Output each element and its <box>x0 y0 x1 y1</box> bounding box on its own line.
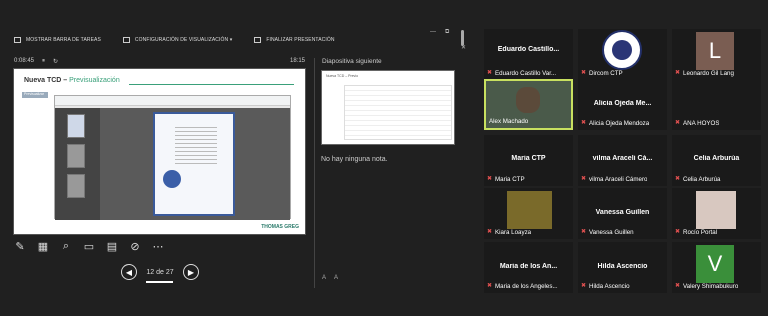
all-slides-icon[interactable]: ▦ <box>36 239 50 253</box>
next-slide-title: Nueva TCD – Previo <box>326 74 359 78</box>
timer: 0:08:45 ⏸ ↻ <box>14 58 58 65</box>
next-slide-content <box>344 85 452 140</box>
muted-mic-icon: ✖ <box>487 70 493 76</box>
screen-icon[interactable]: ▭ <box>82 239 96 253</box>
slide-title: Nueva TCD – Previsualización <box>24 77 120 84</box>
divider <box>314 58 315 288</box>
participant-tile[interactable]: ✖ Rocío Portal <box>672 188 761 239</box>
muted-mic-icon: ✖ <box>581 120 587 126</box>
muted-mic-icon: ✖ <box>675 120 681 126</box>
participant-tile[interactable]: V ✖ Valery Shimabukuro <box>672 242 761 293</box>
pdf-thumbnails <box>55 108 100 220</box>
next-slide-button[interactable]: ▶ <box>183 264 199 280</box>
previous-slide-button[interactable]: ◀ <box>121 264 137 280</box>
participant-tile[interactable]: Vanessa Guillen ✖ Vanessa Guillen <box>578 188 667 239</box>
muted-mic-icon: ✖ <box>487 283 493 289</box>
muted-mic-icon: ✖ <box>675 70 681 76</box>
thumbnail <box>67 174 85 198</box>
participant-tile[interactable]: ✖ Dircom CTP <box>578 29 667 80</box>
muted-mic-icon: ✖ <box>581 229 587 235</box>
muted-mic-icon: ✖ <box>581 176 587 182</box>
muted-mic-icon: ✖ <box>487 229 493 235</box>
title-divider <box>129 84 294 85</box>
show-taskbar-button[interactable]: MOSTRAR BARRA DE TAREAS <box>14 37 101 43</box>
browser-screenshot <box>54 95 291 220</box>
camera-off-icon[interactable]: ⊘ <box>128 239 142 253</box>
muted-mic-icon: ✖ <box>581 70 587 76</box>
display-settings-button[interactable]: CONFIGURACIÓN DE VISUALIZACIÓN ▾ <box>122 37 232 43</box>
reset-timer-icon[interactable]: ↻ <box>53 58 58 65</box>
presenter-toolbar: MOSTRAR BARRA DE TAREAS CONFIGURACIÓN DE… <box>14 33 454 47</box>
muted-mic-icon: ✖ <box>675 283 681 289</box>
pause-timer-icon[interactable]: ⏸ <box>42 58 45 65</box>
muted-mic-icon: ✖ <box>487 176 493 182</box>
subtitles-icon[interactable]: ▤ <box>105 239 119 253</box>
end-show-icon <box>254 37 262 43</box>
speaker-notes: No hay ninguna nota. <box>321 156 388 163</box>
browser-toolbar <box>55 96 290 106</box>
participant-tile[interactable]: Celia Arburúa ✖ Celia Arburúa <box>672 135 761 186</box>
certificate-page <box>153 112 235 216</box>
minimize-button[interactable]: — <box>430 29 436 35</box>
end-show-button[interactable]: FINALIZAR PRESENTACIÓN <box>254 37 334 43</box>
taskbar-icon <box>14 37 21 43</box>
page-progress <box>146 281 173 283</box>
participant-tile[interactable]: ✖ Kiara Loayza <box>484 188 573 239</box>
avatar: V <box>696 245 734 283</box>
presenter-tools: ✎ ▦ ⌕ ▭ ▤ ⊘ ⋯ <box>13 239 165 253</box>
muted-mic-icon: ✖ <box>675 229 681 235</box>
scrollbar[interactable] <box>461 30 464 46</box>
participant-tile[interactable]: Maria CTP ✖ Maria CTP <box>484 135 573 186</box>
participant-tile[interactable]: Alicia Ojeda Me... ✖ Alicia Ojeda Mendoza <box>578 79 667 130</box>
seal-icon <box>163 170 181 188</box>
elapsed-time: 0:08:45 <box>14 58 35 64</box>
thumbnail <box>67 144 85 168</box>
profile-photo <box>696 191 736 229</box>
participant-tile[interactable]: L ✖ Leonardo Gil Lang <box>672 29 761 80</box>
pdf-viewer <box>55 108 290 220</box>
slide-navigation: ◀ 12 de 27 ▶ <box>121 264 199 280</box>
thumbnail <box>67 114 85 138</box>
participant-tile[interactable]: Maria de los An... ✖ Maria de los Angeles… <box>484 242 573 293</box>
participant-tile[interactable]: Hilda Ascencio ✖ Hilda Ascencio <box>578 242 667 293</box>
avatar: L <box>696 32 734 70</box>
pen-icon[interactable]: ✎ <box>13 239 27 253</box>
clock: 18:15 <box>290 58 306 64</box>
current-slide: Nueva TCD – Previsualización Previsualiz… <box>13 68 306 235</box>
participant-tile[interactable]: ✖ ANA HOYOS <box>672 79 761 130</box>
participant-tile[interactable]: Eduardo Castillo... ✖ Eduardo Castillo Va… <box>484 29 573 80</box>
certificate-text <box>175 124 217 164</box>
page-indicator: 12 de 27 <box>146 268 174 276</box>
monitor-icon <box>122 37 130 43</box>
zoom-meeting-window: MOSTRAR BARRA DE TAREAS CONFIGURACIÓN DE… <box>0 0 768 316</box>
decrease-font-button[interactable]: A <box>334 275 338 281</box>
profile-photo <box>507 191 552 229</box>
participant-tile-active-speaker[interactable]: Alex Machado <box>484 79 573 130</box>
next-slide-thumbnail[interactable]: Nueva TCD – Previo <box>321 70 455 145</box>
preview-mini-button: Previsualizar <box>22 92 48 98</box>
muted-mic-icon: ✖ <box>675 176 681 182</box>
muted-mic-icon: ✖ <box>581 283 587 289</box>
participant-tile[interactable]: vilma Araceli Cá... ✖ vilma Araceli Cámer… <box>578 135 667 186</box>
increase-font-button[interactable]: A <box>322 275 326 281</box>
school-logo <box>602 30 642 70</box>
next-slide-label: Diapositiva siguiente <box>322 58 382 65</box>
more-options-icon[interactable]: ⋯ <box>151 239 165 253</box>
video-feed <box>516 87 540 113</box>
brand-logo: THOMAS GREG <box>261 224 299 230</box>
zoom-icon[interactable]: ⌕ <box>59 239 73 253</box>
font-size-controls: A A <box>322 275 338 281</box>
restore-button[interactable]: ⧉ <box>445 29 449 36</box>
